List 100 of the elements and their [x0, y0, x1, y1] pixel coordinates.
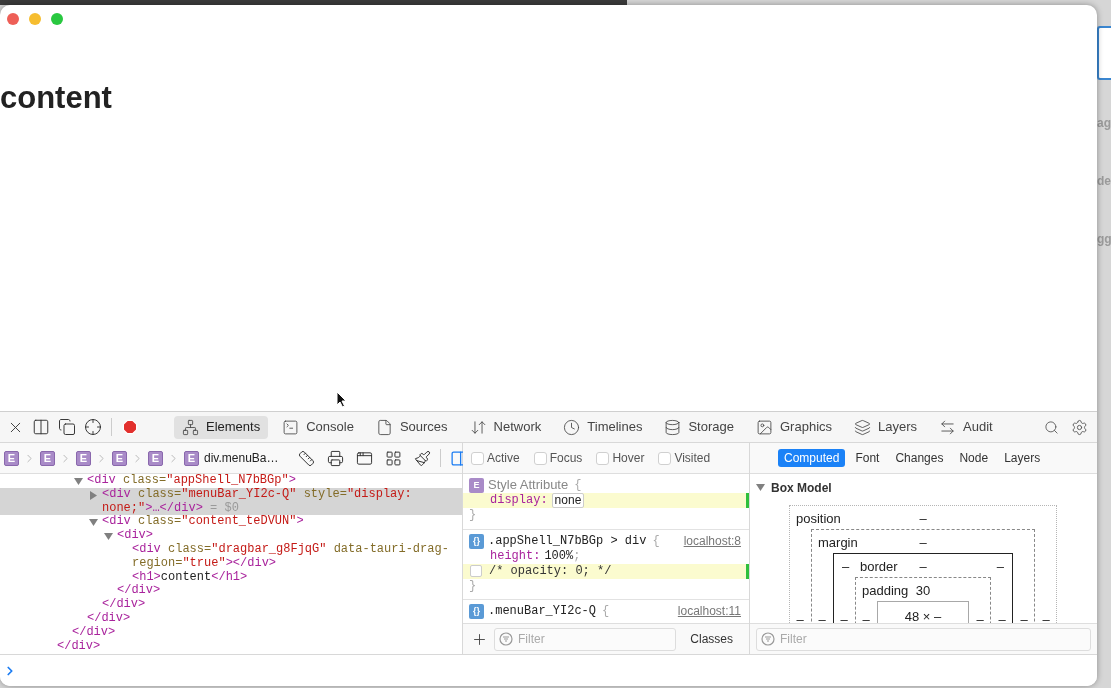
expanded-triangle-icon[interactable] — [756, 483, 765, 492]
checkbox[interactable] — [658, 451, 672, 465]
background-text: de — [1097, 173, 1111, 190]
cursor-icon — [336, 391, 347, 408]
sidebar-tab[interactable]: Computed — [778, 449, 846, 467]
undock-icon[interactable] — [58, 418, 76, 436]
rule-badge: {} — [469, 533, 484, 549]
devtools-tab[interactable]: Console — [274, 415, 362, 439]
background-text: gg — [1097, 231, 1111, 248]
property-value[interactable]: none — [551, 493, 585, 508]
brace: { — [602, 604, 610, 619]
rule-selector: .menuBar_YI2c-Q — [488, 604, 597, 619]
devtools-tab[interactable]: Storage — [656, 415, 742, 439]
dom-node-line[interactable]: <div class="dragbar_g8FjqG" data-tauri-drag-region="true"></div> — [132, 543, 452, 571]
box-label: border — [860, 558, 898, 576]
rule-selector: Style Attribute — [488, 478, 569, 493]
source-link[interactable]: localhost:11 — [677, 604, 741, 619]
expanded-triangle-icon[interactable] — [104, 532, 113, 542]
property-value[interactable]: 100% — [544, 548, 574, 564]
checkbox-label: Focus — [549, 450, 583, 467]
classes-button[interactable]: Classes — [682, 630, 741, 648]
closing-tag[interactable]: </div> — [57, 638, 101, 653]
devtools-tab[interactable]: Timelines — [555, 415, 651, 439]
breadcrumb-label: div.menuBa… — [204, 450, 279, 467]
brace: } — [469, 578, 477, 593]
error-icon[interactable] — [122, 419, 138, 435]
closing-tag[interactable]: </div> — [102, 597, 146, 612]
rule-badge: {} — [469, 604, 484, 619]
collapsed-triangle-icon[interactable] — [89, 490, 98, 500]
top-value: 30 — [915, 583, 931, 598]
brace: { — [574, 478, 582, 493]
devtools-tab[interactable]: Audit — [931, 415, 1001, 439]
crosshair-icon[interactable] — [84, 418, 102, 436]
arrows-icon — [469, 418, 487, 436]
devtools-tab[interactable]: Network — [461, 415, 550, 439]
box-label: position — [796, 510, 841, 528]
image-icon — [756, 418, 773, 436]
semicolon: ; — [573, 548, 581, 564]
brace: { — [652, 533, 660, 549]
terminal-icon — [282, 418, 300, 436]
expanded-triangle-icon[interactable] — [89, 518, 98, 528]
checkbox[interactable] — [596, 451, 610, 465]
rule-selector: .appShell_N7bBGp > div — [488, 533, 647, 549]
section-title: Box Model — [771, 479, 832, 497]
swap-icon — [939, 418, 957, 436]
checkbox[interactable] — [471, 451, 484, 465]
sidebar-tab[interactable]: Node — [953, 449, 995, 467]
window-control[interactable] — [51, 13, 63, 25]
source-link[interactable]: localhost:8 — [683, 533, 741, 549]
closing-tag[interactable]: </div> — [117, 583, 161, 598]
devtools-tab[interactable]: Graphics — [748, 415, 841, 439]
sidebar-tab[interactable]: Layers — [998, 449, 1047, 467]
background-text: ag — [1097, 115, 1111, 132]
tree-icon — [182, 418, 199, 436]
printer-icon[interactable] — [327, 449, 345, 467]
box-label: margin — [818, 534, 858, 552]
dock-icon[interactable] — [32, 418, 50, 436]
checkbox-label: Hover — [612, 450, 645, 467]
page-heading: content — [0, 79, 112, 117]
brush-icon[interactable] — [414, 449, 432, 467]
top-value: – — [919, 559, 927, 574]
closing-tag[interactable]: </div> — [87, 610, 131, 625]
corner-value: – — [996, 559, 1004, 574]
database-icon — [664, 418, 682, 436]
property-name[interactable]: height: — [490, 548, 541, 564]
checkbox[interactable] — [470, 565, 482, 577]
dom-node-line[interactable]: <div class="appShell_N7bBGp"> — [87, 474, 452, 488]
breadcrumb[interactable]: E div.menuBa… — [184, 449, 279, 467]
corner-value: – — [842, 559, 850, 574]
element-badge: E — [469, 478, 484, 493]
dom-node-line[interactable]: <div class="content_teDVUN"> — [102, 515, 452, 530]
layers-icon — [854, 418, 872, 436]
box-label: padding — [862, 582, 909, 600]
top-value: – — [919, 535, 927, 550]
ruler-icon[interactable] — [298, 449, 316, 467]
checkbox[interactable] — [533, 451, 547, 465]
grid-icon[interactable] — [385, 449, 403, 467]
checkbox-label: Visited — [674, 450, 711, 467]
devtools-tab[interactable]: Elements — [174, 415, 269, 439]
settings-icon[interactable] — [1071, 418, 1088, 436]
brace: } — [469, 508, 477, 522]
sidebar-tab[interactable]: Changes — [889, 449, 950, 467]
property-name[interactable]: display: — [490, 493, 548, 508]
clock-icon — [563, 418, 581, 436]
expanded-triangle-icon[interactable] — [74, 477, 83, 486]
sidebar-tab[interactable]: Font — [849, 449, 886, 467]
top-value: – — [919, 511, 927, 526]
window-icon[interactable] — [356, 449, 374, 467]
file-icon — [375, 418, 393, 436]
filter-field[interactable]: Filter — [756, 627, 1091, 651]
search-icon[interactable] — [1044, 419, 1059, 435]
devtools-tab[interactable]: Sources — [367, 415, 456, 439]
dom-node-line[interactable]: <div> — [117, 529, 452, 543]
checkbox-label: Active — [487, 450, 520, 467]
window-control[interactable] — [7, 13, 19, 25]
element-badge: E — [184, 450, 199, 466]
filter-field[interactable]: Filter — [494, 627, 677, 651]
closing-tag[interactable]: </div> — [72, 624, 116, 639]
devtools-tab[interactable]: Layers — [846, 415, 926, 439]
dom-node-line[interactable]: <h1>content</h1> — [132, 570, 452, 585]
